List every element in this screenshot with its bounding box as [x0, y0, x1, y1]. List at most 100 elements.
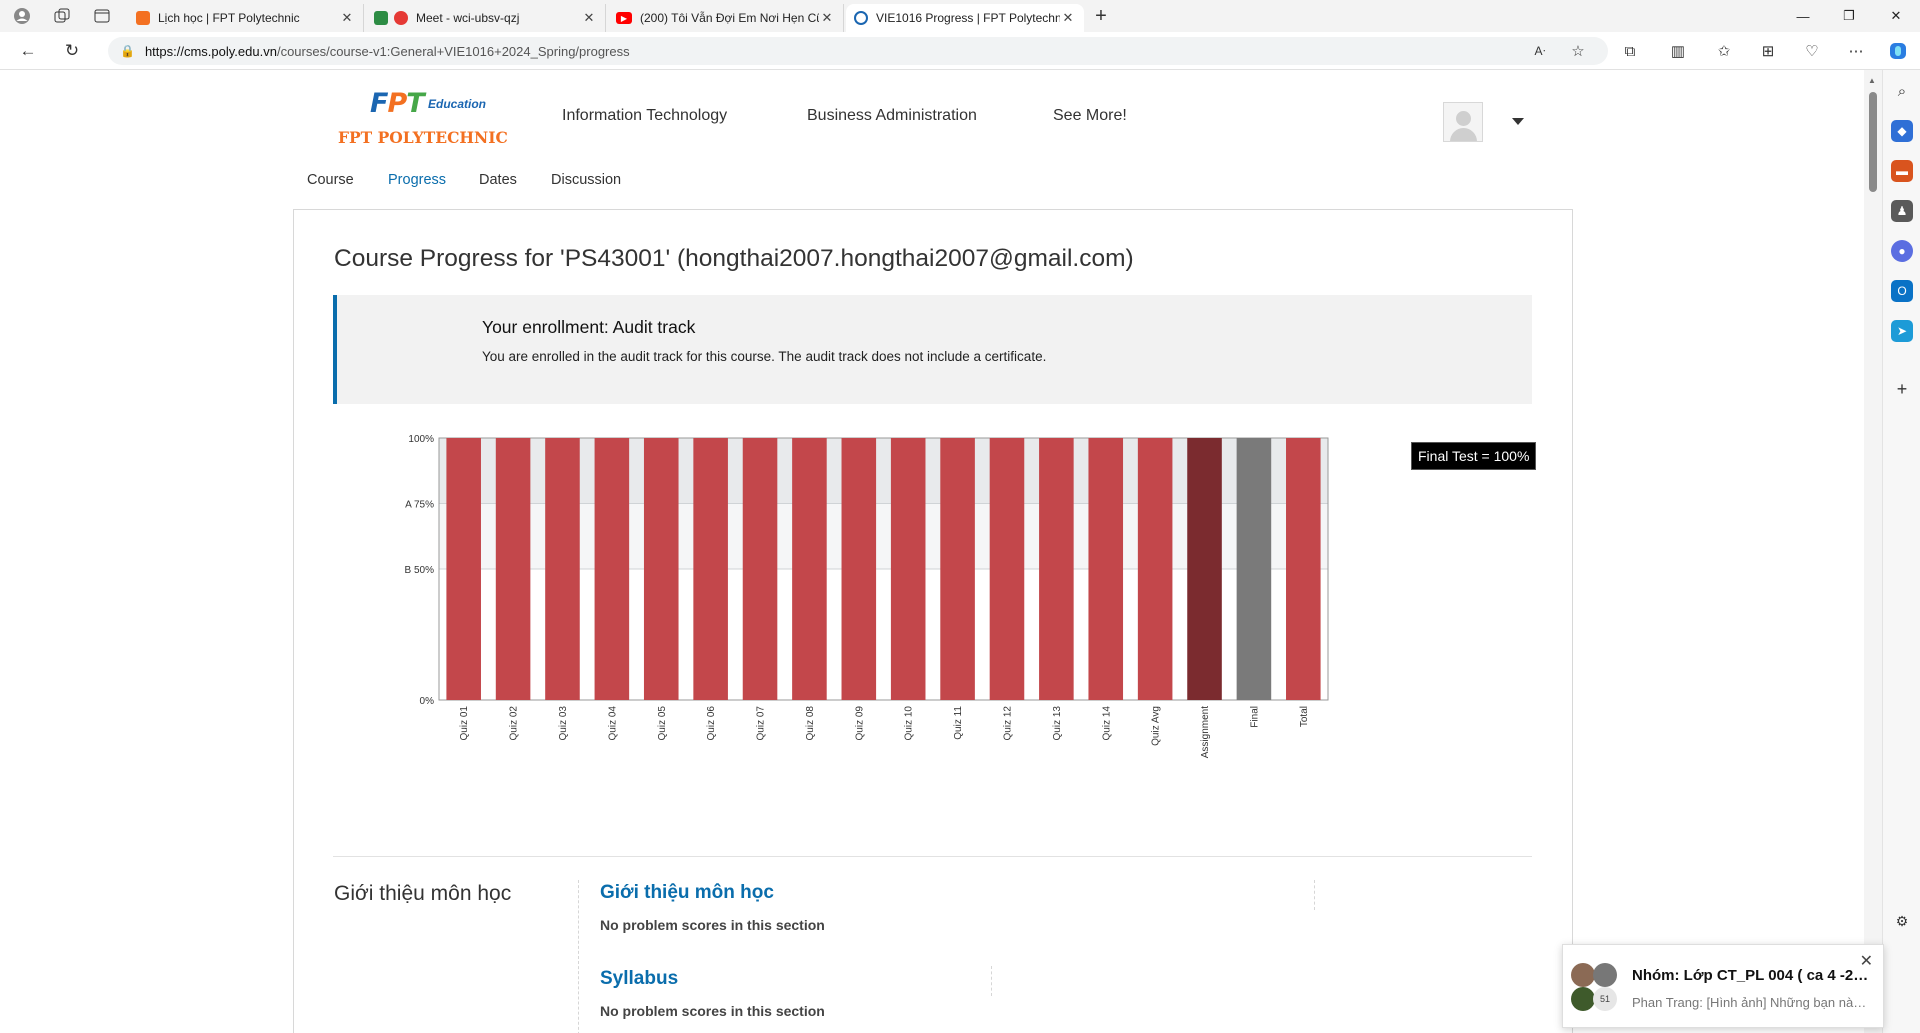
browser-tab-strip: Lịch học | FPT Polytechnic ✕ Meet - wci-… — [0, 0, 1920, 32]
url-host: https://cms.poly.edu.vn — [144, 43, 277, 59]
subsection-title[interactable]: Syllabus — [600, 968, 678, 990]
x-tick-label: Quiz 04 — [607, 706, 618, 741]
tab-meet[interactable]: Meet - wci-ubsv-qzj ✕ — [366, 4, 606, 32]
search-icon[interactable]: ⌕ — [1891, 80, 1913, 102]
x-tick-label: Quiz 06 — [706, 706, 717, 741]
m365-icon[interactable]: ● — [1891, 240, 1913, 262]
grade-chart: 100% A 75% B 50% 0% Quiz 01 Quiz 02 Quiz 03 Qui… — [405, 434, 1329, 758]
record-icon — [394, 11, 408, 25]
close-icon[interactable]: ✕ — [819, 10, 835, 26]
chart-bar — [742, 438, 778, 700]
restore-button[interactable]: ❐ — [1826, 0, 1872, 32]
chart-tooltip: Final Test = 100% — [1411, 442, 1537, 470]
tab-title: Lịch học | FPT Polytechnic — [158, 11, 300, 25]
meet-icon — [374, 11, 388, 25]
tab-progress-page[interactable]: Progress — [388, 172, 446, 188]
outlook-icon[interactable]: O — [1891, 280, 1913, 302]
shopping-tag-icon[interactable]: ◆ — [1891, 120, 1913, 142]
scroll-up-arrow-icon[interactable]: ▲ — [1868, 76, 1876, 85]
close-icon[interactable]: ✕ — [581, 10, 597, 26]
subsection-divider — [1314, 880, 1315, 910]
avatar — [1571, 963, 1595, 987]
minimize-button[interactable]: — — [1780, 0, 1826, 32]
tab-dates[interactable]: Dates — [479, 172, 517, 188]
avatar — [1593, 963, 1617, 987]
subsection-divider — [991, 966, 992, 996]
avatar[interactable] — [1443, 102, 1483, 142]
split-screen-icon[interactable]: ▥ — [1664, 39, 1692, 63]
x-tick-label: Quiz 10 — [904, 706, 915, 741]
x-tick-label: Quiz 12 — [1002, 706, 1013, 741]
tab-progress[interactable]: VIE1016 Progress | FPT Polytechnic ✕ — [846, 4, 1084, 32]
collections-icon[interactable]: ⊞ — [1754, 39, 1782, 63]
tab-discussion[interactable]: Discussion — [551, 172, 621, 188]
loading-icon — [854, 11, 868, 25]
enrollment-heading: Your enrollment: Audit track — [482, 317, 696, 337]
tab-course[interactable]: Course — [307, 172, 354, 188]
copilot-icon[interactable] — [1884, 39, 1912, 63]
close-icon[interactable]: ✕ — [339, 10, 355, 26]
profile-icon[interactable] — [6, 4, 38, 28]
fpt-logo-mark: FPT — [370, 88, 425, 119]
member-count: 51 — [1593, 987, 1617, 1011]
x-tick-label: Quiz Avg — [1151, 706, 1162, 746]
chart-bar — [940, 438, 975, 700]
back-icon[interactable]: ← — [14, 39, 42, 63]
chart-bar — [989, 438, 1025, 700]
x-tick-label: Quiz 02 — [509, 706, 520, 741]
chart-bar — [1137, 438, 1173, 700]
games-icon[interactable]: ♟ — [1891, 200, 1913, 222]
close-window-button[interactable]: ✕ — [1872, 0, 1920, 32]
fpt-polytechnic-logo[interactable]: FPT Education FPT POLYTECHNIC — [338, 86, 510, 148]
notification-text: Phan Trang: [Hình ảnh] Những bạn nào ch.… — [1632, 995, 1872, 1010]
tab-youtube[interactable]: ▶ (200) Tôi Vẫn Đợi Em Nơi Hẹn Cũ ✕ — [608, 4, 844, 32]
y-tick-label: A 75% — [405, 500, 434, 511]
add-sidebar-icon[interactable]: + — [1891, 378, 1913, 400]
x-tick-label: Total — [1299, 706, 1310, 727]
chart-bar — [1088, 438, 1124, 700]
page-scrollbar[interactable]: ▲ — [1864, 70, 1882, 1033]
new-tab-button[interactable]: + — [1087, 4, 1115, 28]
more-menu-icon[interactable]: ⋯ — [1842, 39, 1870, 63]
browser-essentials-icon[interactable]: ♡ — [1798, 39, 1826, 63]
y-tick-label: B 50% — [405, 565, 435, 576]
drop-icon[interactable]: ➤ — [1891, 320, 1913, 342]
logo-education: Education — [428, 97, 487, 111]
scroll-thumb[interactable] — [1869, 92, 1877, 192]
fpt-favicon — [136, 11, 150, 25]
nav-information-technology[interactable]: Information Technology — [562, 107, 727, 125]
chart-bar — [1187, 438, 1222, 700]
chart-bar — [643, 438, 679, 700]
close-icon[interactable]: ✕ — [1060, 10, 1076, 26]
tab-lich-hoc[interactable]: Lịch học | FPT Polytechnic ✕ — [128, 4, 364, 32]
favorite-star-icon[interactable]: ☆ — [1564, 39, 1592, 63]
subsection-title[interactable]: Giới thiệu môn học — [600, 882, 774, 904]
user-menu-caret-icon[interactable] — [1512, 118, 1524, 125]
browser-toolbar: ← ↻ 🔒 https://cms.poly.edu.vn /courses/c… — [0, 32, 1920, 70]
section-divider — [333, 856, 1532, 857]
favorites-icon[interactable]: ✩ — [1710, 39, 1738, 63]
extensions-icon[interactable]: ⧉ — [1616, 39, 1644, 63]
workspaces-icon[interactable] — [46, 4, 78, 28]
x-tick-label: Quiz 05 — [657, 706, 668, 741]
nav-business-administration[interactable]: Business Administration — [807, 107, 977, 125]
sidebar-settings-icon[interactable]: ⚙ — [1891, 910, 1913, 932]
nav-see-more[interactable]: See More! — [1053, 107, 1127, 125]
address-bar[interactable]: 🔒 https://cms.poly.edu.vn /courses/cours… — [108, 37, 1608, 65]
notification-title: Nhóm: Lớp CT_PL 004 ( ca 4 -2 CT, ... — [1632, 967, 1872, 984]
chat-notification[interactable]: ✕ 51 Nhóm: Lớp CT_PL 004 ( ca 4 -2 CT, .… — [1562, 944, 1884, 1028]
edge-sidebar: ⌕ ◆ ▬ ♟ ● O ➤ + ⚙ — [1882, 70, 1920, 1033]
chart-bar — [1039, 438, 1074, 700]
x-tick-label: Quiz 07 — [756, 706, 767, 741]
tab-title: (200) Tôi Vẫn Đợi Em Nơi Hẹn Cũ — [640, 11, 819, 25]
chart-bar — [594, 438, 630, 700]
youtube-icon: ▶ — [616, 12, 632, 24]
tab-actions-icon[interactable] — [86, 4, 118, 28]
chart-bar — [1236, 438, 1272, 700]
y-tick-label: 100% — [408, 434, 434, 445]
refresh-icon[interactable]: ↻ — [58, 39, 86, 63]
url-path: /courses/course-v1:General+VIE1016+2024_… — [276, 43, 630, 59]
read-aloud-icon[interactable]: Aᐧ — [1526, 39, 1554, 63]
tools-icon[interactable]: ▬ — [1891, 160, 1913, 182]
chart-bar — [841, 438, 877, 700]
